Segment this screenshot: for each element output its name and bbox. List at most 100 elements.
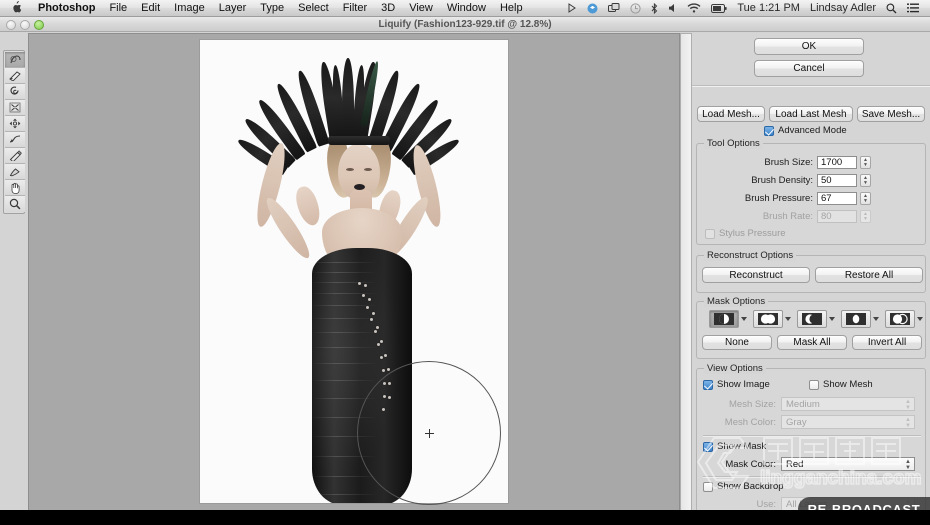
- chevron-down-icon: [917, 317, 923, 321]
- show-mask-label: Show Mask: [717, 441, 767, 452]
- brush-rate-stepper: ▲ ▼: [860, 210, 871, 223]
- intersect-with-selection-mode[interactable]: [841, 310, 879, 328]
- brush-pressure-stepper[interactable]: ▲ ▼: [860, 192, 871, 205]
- subtract-from-selection-icon: [797, 310, 827, 328]
- menu-item-select[interactable]: Select: [291, 0, 336, 17]
- menu-item-photoshop[interactable]: Photoshop: [31, 0, 102, 17]
- brush-pressure-input[interactable]: 67: [817, 192, 857, 205]
- menu-item-view[interactable]: View: [402, 0, 440, 17]
- view-options-title: View Options: [704, 363, 766, 374]
- canvas-vertical-scrollbar[interactable]: [680, 33, 692, 511]
- menu-bar-clock[interactable]: Tue 1:21 PM: [732, 0, 805, 17]
- chevron-down-icon: [785, 317, 791, 321]
- apple-icon[interactable]: [0, 0, 31, 16]
- menu-item-type[interactable]: Type: [253, 0, 291, 17]
- twirl-clockwise-tool[interactable]: [5, 84, 25, 100]
- show-mesh-checkbox[interactable]: Show Mesh: [809, 379, 873, 390]
- volume-icon[interactable]: [663, 3, 682, 13]
- bluetooth-icon[interactable]: [646, 2, 663, 14]
- menu-item-layer[interactable]: Layer: [212, 0, 254, 17]
- brush-density-input[interactable]: 50: [817, 174, 857, 187]
- show-backdrop-checkbox[interactable]: Show Backdrop: [703, 481, 784, 492]
- battery-icon[interactable]: [706, 3, 732, 13]
- letterbox-bar: [0, 510, 930, 525]
- mask-invert-all-button[interactable]: Invert All: [852, 335, 922, 350]
- bloat-tool[interactable]: [5, 116, 25, 132]
- subtract-from-selection-mode[interactable]: [797, 310, 835, 328]
- panel-divider: [692, 85, 930, 87]
- save-mesh-button[interactable]: Save Mesh...: [857, 106, 925, 122]
- cancel-button[interactable]: Cancel: [754, 60, 864, 77]
- show-backdrop-checkbox-box: [703, 481, 713, 492]
- mask-all-button[interactable]: Mask All: [777, 335, 847, 350]
- mask-color-label: Mask Color:: [725, 458, 776, 470]
- dropbox-icon[interactable]: [582, 3, 603, 14]
- chevron-down-icon: ▲▼: [905, 459, 911, 471]
- mask-color-select[interactable]: Red ▲ ▼: [781, 457, 915, 471]
- menu-item-edit[interactable]: Edit: [134, 0, 167, 17]
- invert-selection-mode[interactable]: [885, 310, 923, 328]
- window-title-bar: Liquify (Fashion123-929.tif @ 12.8%): [0, 17, 930, 32]
- show-image-checkbox-box: [703, 379, 713, 390]
- show-image-checkbox[interactable]: Show Image: [703, 379, 770, 390]
- menu-item-file[interactable]: File: [102, 0, 134, 17]
- freeze-mask-tool[interactable]: [5, 148, 25, 164]
- mesh-color-row: Mesh Color: Gray ▲ ▼: [703, 415, 921, 429]
- load-last-mesh-button[interactable]: Load Last Mesh: [769, 106, 853, 122]
- mesh-size-value: Medium: [786, 399, 820, 410]
- show-mesh-checkbox-box: [809, 379, 819, 390]
- liquify-preview-canvas[interactable]: [28, 33, 680, 511]
- mac-menu-bar: Photoshop File Edit Image Layer Type Sel…: [0, 0, 930, 17]
- thaw-mask-tool[interactable]: [5, 164, 25, 180]
- push-left-tool[interactable]: [5, 132, 25, 148]
- mesh-size-row: Mesh Size: Medium ▲ ▼: [703, 397, 921, 411]
- add-to-selection-mode[interactable]: [753, 310, 791, 328]
- menu-bar-username[interactable]: Lindsay Adler: [805, 0, 881, 17]
- menu-item-window[interactable]: Window: [440, 0, 493, 17]
- replace-selection-mode[interactable]: [709, 310, 747, 328]
- mask-color-value: Red: [786, 459, 804, 470]
- hand-tool[interactable]: [5, 180, 25, 196]
- invert-selection-icon: [885, 310, 915, 328]
- brush-size-label: Brush Size:: [764, 157, 813, 168]
- pucker-tool[interactable]: [5, 100, 25, 116]
- show-backdrop-label: Show Backdrop: [717, 481, 784, 492]
- notification-center-icon[interactable]: [902, 3, 924, 13]
- menu-item-filter[interactable]: Filter: [336, 0, 374, 17]
- load-mesh-button[interactable]: Load Mesh...: [697, 106, 765, 122]
- mesh-size-label: Mesh Size:: [729, 398, 776, 410]
- menu-bar-status-area: Tue 1:21 PM Lindsay Adler: [563, 0, 930, 17]
- stylus-pressure-checkbox: Stylus Pressure: [705, 228, 786, 239]
- advanced-mode-label: Advanced Mode: [778, 125, 847, 136]
- liquify-dialog-window: Liquify (Fashion123-929.tif @ 12.8%) OK …: [0, 17, 930, 525]
- menu-item-3d[interactable]: 3D: [374, 0, 402, 17]
- brush-size-input[interactable]: 1700: [817, 156, 857, 169]
- brush-density-stepper[interactable]: ▲ ▼: [860, 174, 871, 187]
- reconstruct-button[interactable]: Reconstruct: [702, 267, 810, 283]
- ok-button[interactable]: OK: [754, 38, 864, 55]
- zoom-tool[interactable]: [5, 196, 25, 212]
- wifi-icon[interactable]: [682, 3, 706, 13]
- mask-none-button[interactable]: None: [702, 335, 772, 350]
- reconstruct-options-title: Reconstruct Options: [704, 250, 797, 261]
- mesh-color-select: Gray ▲ ▼: [781, 415, 915, 429]
- photoshop-screenshot: Photoshop File Edit Image Layer Type Sel…: [0, 0, 930, 525]
- bluetooth-share-icon[interactable]: [563, 3, 582, 13]
- brush-size-row: Brush Size: 1700 ▲ ▼: [697, 156, 925, 169]
- screen-share-icon[interactable]: [603, 3, 625, 13]
- chevron-down-icon: ▲▼: [905, 399, 911, 411]
- show-mask-checkbox[interactable]: Show Mask: [703, 441, 766, 452]
- restore-all-button[interactable]: Restore All: [815, 267, 923, 283]
- forward-warp-tool[interactable]: [5, 52, 25, 68]
- brush-size-stepper[interactable]: ▲ ▼: [860, 156, 871, 169]
- advanced-mode-checkbox[interactable]: Advanced Mode: [764, 125, 847, 136]
- liquify-tool-strip: [0, 33, 28, 525]
- menu-item-image[interactable]: Image: [167, 0, 212, 17]
- timemachine-icon[interactable]: [625, 2, 646, 14]
- mask-options-title: Mask Options: [704, 296, 769, 307]
- search-icon[interactable]: [881, 3, 902, 14]
- menu-item-help[interactable]: Help: [493, 0, 530, 17]
- chevron-down-icon: [873, 317, 879, 321]
- reconstruct-tool[interactable]: [5, 68, 25, 84]
- add-to-selection-icon: [753, 310, 783, 328]
